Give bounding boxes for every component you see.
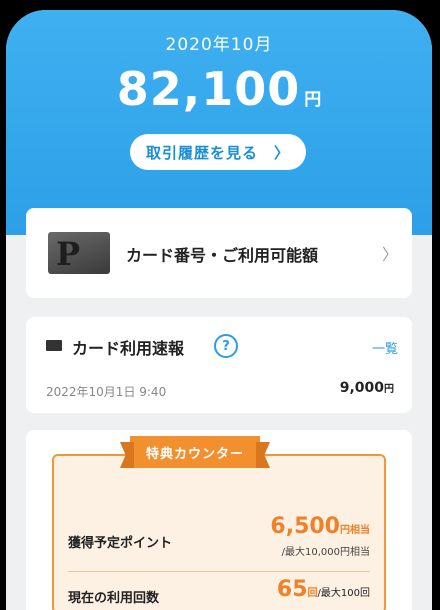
uses-value-block: 65回/最大100回 [277,577,370,602]
transaction-history-label: 取引履歴を見る [145,143,258,162]
card-logo: P [56,235,81,273]
uses-value: 65 [276,577,308,602]
help-icon[interactable]: ? [214,334,238,358]
points-unit: 円相当 [340,525,370,536]
uses-label: 現在の利用回数 [68,591,160,606]
transaction-amount-value: 9,000 [339,380,384,396]
billing-currency: 円 [304,90,322,110]
points-label: 獲得予定ポイント [68,536,173,551]
transaction-history-button[interactable]: 取引履歴を見る 〉 [130,134,306,170]
view-list-link[interactable]: 一覧 [372,338,398,357]
card-icon [46,340,62,351]
transaction-amount: 9,000円 [340,380,394,396]
card-info-label: カード番号・ご利用可能額 [126,246,319,265]
card-info-row[interactable]: P カード番号・ご利用可能額 〉 [26,208,412,298]
usage-report-title: カード利用速報 [72,339,185,358]
ribbon-title: 特典カウンター [145,446,244,462]
chevron-right-icon: 〉 [274,143,291,162]
billing-amount-row: 82,100 円 [6,62,432,116]
points-max: /最大10,000円相当 [281,547,370,558]
uses-max: /最大100回 [317,588,370,599]
benefit-counter-card: 獲得予定ポイント 6,500円相当 /最大10,000円相当 現在の利用回数 6… [26,430,412,610]
divider [68,571,370,572]
transaction-currency: 円 [384,384,394,395]
transaction-date: 2022年10月1日 9:40 [46,385,167,399]
phone-frame: 2020年10月 82,100 円 取引履歴を見る 〉 P カード番号・ご利用可能… [0,0,440,610]
balance-header: 2020年10月 82,100 円 取引履歴を見る 〉 [6,10,432,235]
points-value: 6,500 [270,514,340,539]
points-value-block: 6,500円相当 /最大10,000円相当 [270,514,370,558]
app-screen: 2020年10月 82,100 円 取引履歴を見る 〉 P カード番号・ご利用可能… [6,10,432,610]
uses-unit: 回 [307,588,318,599]
benefit-counter-box: 獲得予定ポイント 6,500円相当 /最大10,000円相当 現在の利用回数 6… [52,454,386,610]
billing-month: 2020年10月 [165,35,273,55]
billing-amount: 82,100 [116,62,301,116]
usage-report-card: カード利用速報 ? 一覧 2022年10月1日 9:40 9,000円 [26,317,412,413]
benefit-counter-ribbon: 特典カウンター [130,436,260,468]
credit-card-image: P [48,232,110,274]
chevron-right-icon: 〉 [381,245,398,264]
